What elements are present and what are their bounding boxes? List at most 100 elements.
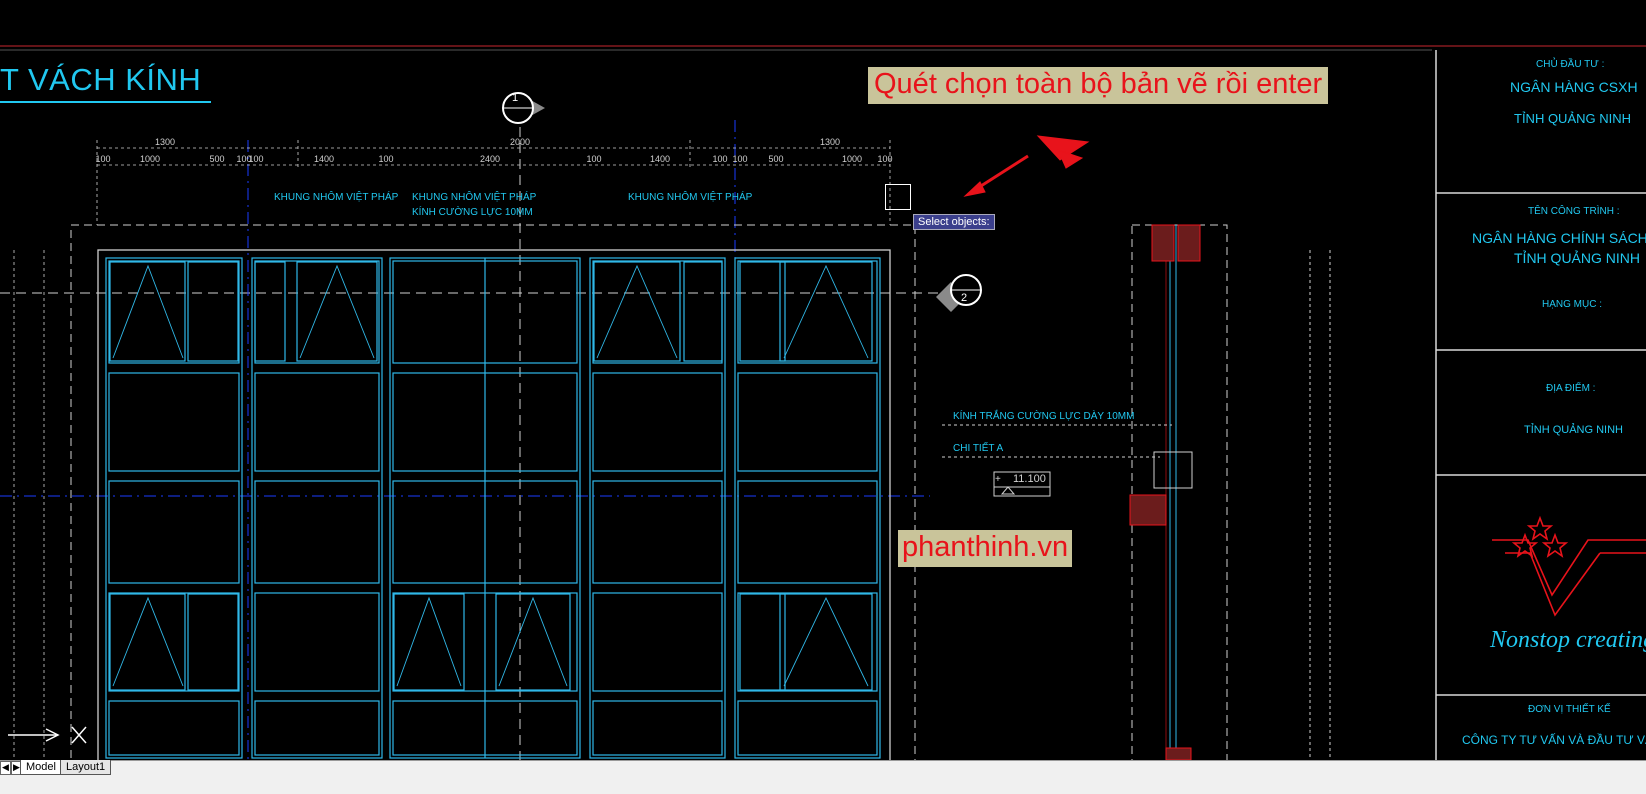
dimension-text-sub: 500 [209, 154, 224, 164]
opener-frame [739, 593, 786, 691]
dimension-text-sub: 1400 [314, 154, 334, 164]
dimension-text-sub: 1000 [842, 154, 862, 164]
opener-frame [296, 261, 378, 362]
opener-frame [779, 593, 873, 691]
section-marker-2 [936, 274, 982, 312]
panel-pane [592, 592, 723, 692]
tab-layout1[interactable]: Layout1 [60, 760, 112, 775]
window-opening-mark [596, 264, 678, 359]
panel-pane [108, 372, 240, 472]
panel-pane [108, 700, 240, 756]
owner-line-1: NGÂN HÀNG CSXH [1510, 79, 1638, 95]
window-opening-mark [112, 264, 184, 359]
window-opening-mark [783, 264, 869, 359]
panel-pane [254, 592, 380, 692]
annotation-detail-a: CHI TIẾT A [953, 443, 1004, 454]
owner-line-2: TỈNH QUẢNG NINH [1514, 111, 1631, 126]
level-value: 11.100 [1013, 473, 1046, 485]
dimension-text-sub: 100 [248, 154, 263, 164]
annotation-frame-3: KHUNG NHÔM VIỆT PHÁP [628, 192, 753, 203]
designer-label: ĐƠN VỊ THIẾT KẾ [1528, 704, 1611, 715]
section-detail [942, 224, 1331, 760]
level-sign: + [995, 474, 1001, 485]
project-label: TÊN CÔNG TRÌNH : [1528, 206, 1620, 217]
project-line-2: TỈNH QUẢNG NINH [1514, 250, 1640, 266]
opener-frame [109, 261, 186, 362]
dimension-text-sub: 2400 [480, 154, 500, 164]
panel-column [105, 257, 243, 759]
opener-frame [495, 593, 571, 691]
annotation-glass-white: KÍNH TRẮNG CƯỜNG LỰC DÀY 10MM [953, 411, 1135, 422]
layout-tab-bar: ◀ ▶ Model Layout1 [0, 760, 1646, 794]
panel-pane [737, 480, 878, 584]
section-marker-2-label: 2 [961, 292, 968, 304]
dimension-text-sub: 100 [732, 154, 747, 164]
ucs-icon [8, 726, 87, 744]
pointer-arrow-icon [963, 135, 1090, 197]
opener-frame [187, 593, 239, 691]
window-opening-mark [783, 596, 869, 687]
select-objects-tooltip: Select objects: [913, 214, 995, 230]
dimension-text-top: 1300 [155, 137, 175, 147]
opener-frame [593, 261, 681, 362]
panel-column [251, 257, 383, 759]
dimension-text-sub: 1400 [650, 154, 670, 164]
company-slogan: Nonstop creating [1490, 627, 1646, 653]
drawing-canvas[interactable]: 1300 2000 1300 100 1000 500 100 100 1400 100 2400 1… [0, 0, 1646, 760]
dimension-text-sub: 100 [877, 154, 892, 164]
panel-pane [737, 700, 878, 756]
panel-pane [737, 372, 878, 472]
window-opening-mark [112, 596, 184, 687]
opener-frame [393, 593, 465, 691]
dimension-text-sub: 100 [586, 154, 601, 164]
panel-pane [108, 592, 240, 692]
dimension-text-sub: 500 [768, 154, 783, 164]
annotation-frame-1: KHUNG NHÔM VIỆT PHÁP [274, 192, 399, 203]
location-value: TỈNH QUẢNG NINH [1524, 424, 1623, 436]
opener-frame [683, 261, 723, 362]
owner-label: CHỦ ĐẦU TƯ : [1536, 59, 1605, 70]
dimension-text-top: 2000 [510, 137, 530, 147]
section-marker-1-label: 1 [512, 92, 519, 104]
item-label: HẠNG MỤC : [1542, 299, 1602, 310]
annotation-frame-2: KHUNG NHÔM VIỆT PHÁP [412, 192, 537, 203]
window-opening-mark [396, 596, 462, 687]
title-block: CHỦ ĐẦU TƯ : NGÂN HÀNG CSXH TỈNH QUẢNG N… [1436, 50, 1646, 760]
panel-pane [254, 700, 380, 756]
opener-frame [254, 261, 286, 362]
opener-frame [779, 261, 873, 362]
glass-wall-panels [105, 257, 881, 759]
dimension-text-top: 1300 [820, 137, 840, 147]
panel-pane [254, 372, 380, 472]
opener-frame [187, 261, 239, 362]
location-label: ĐỊA ĐIỂM : [1546, 383, 1596, 394]
panel-pane [592, 260, 723, 364]
dimension-text-sub: 1000 [140, 154, 160, 164]
drawing-svg: 1300 2000 1300 100 1000 500 100 100 1400 100 2400 1… [0, 45, 1646, 760]
annotation-glass-1: KÍNH CƯỜNG LỰC 10MM [412, 207, 533, 218]
dimension-text-sub: 100 [712, 154, 727, 164]
designer-name: CÔNG TY TƯ VẤN VÀ ĐẦU TƯ VẠN [1462, 733, 1646, 747]
panel-pane [108, 260, 240, 364]
panel-pane [592, 372, 723, 472]
dimension-text-sub: 100 [378, 154, 393, 164]
window-opening-mark [299, 264, 375, 359]
panel-pane [737, 592, 878, 692]
panel-column [734, 257, 881, 759]
panel-pane [592, 700, 723, 756]
panel-pane [254, 260, 380, 364]
tab-nav-first-icon[interactable]: ◀ [0, 761, 11, 775]
tab-model[interactable]: Model [20, 760, 62, 775]
instruction-overlay: Quét chọn toàn bộ bản vẽ rồi enter [868, 67, 1329, 104]
window-opening-mark [498, 596, 568, 687]
pickbox-cursor [885, 184, 911, 210]
section-marker-1 [502, 92, 545, 124]
opener-frame [739, 261, 786, 362]
watermark-label: phanthinh.vn [898, 530, 1073, 567]
panel-pane [737, 260, 878, 364]
dimension-text-sub: 100 [95, 154, 110, 164]
panel-column [589, 257, 726, 759]
project-line-1: NGÂN HÀNG CHÍNH SÁCH X [1472, 230, 1646, 246]
drawing-title: T VÁCH KÍNH [0, 62, 212, 103]
opener-frame [109, 593, 186, 691]
